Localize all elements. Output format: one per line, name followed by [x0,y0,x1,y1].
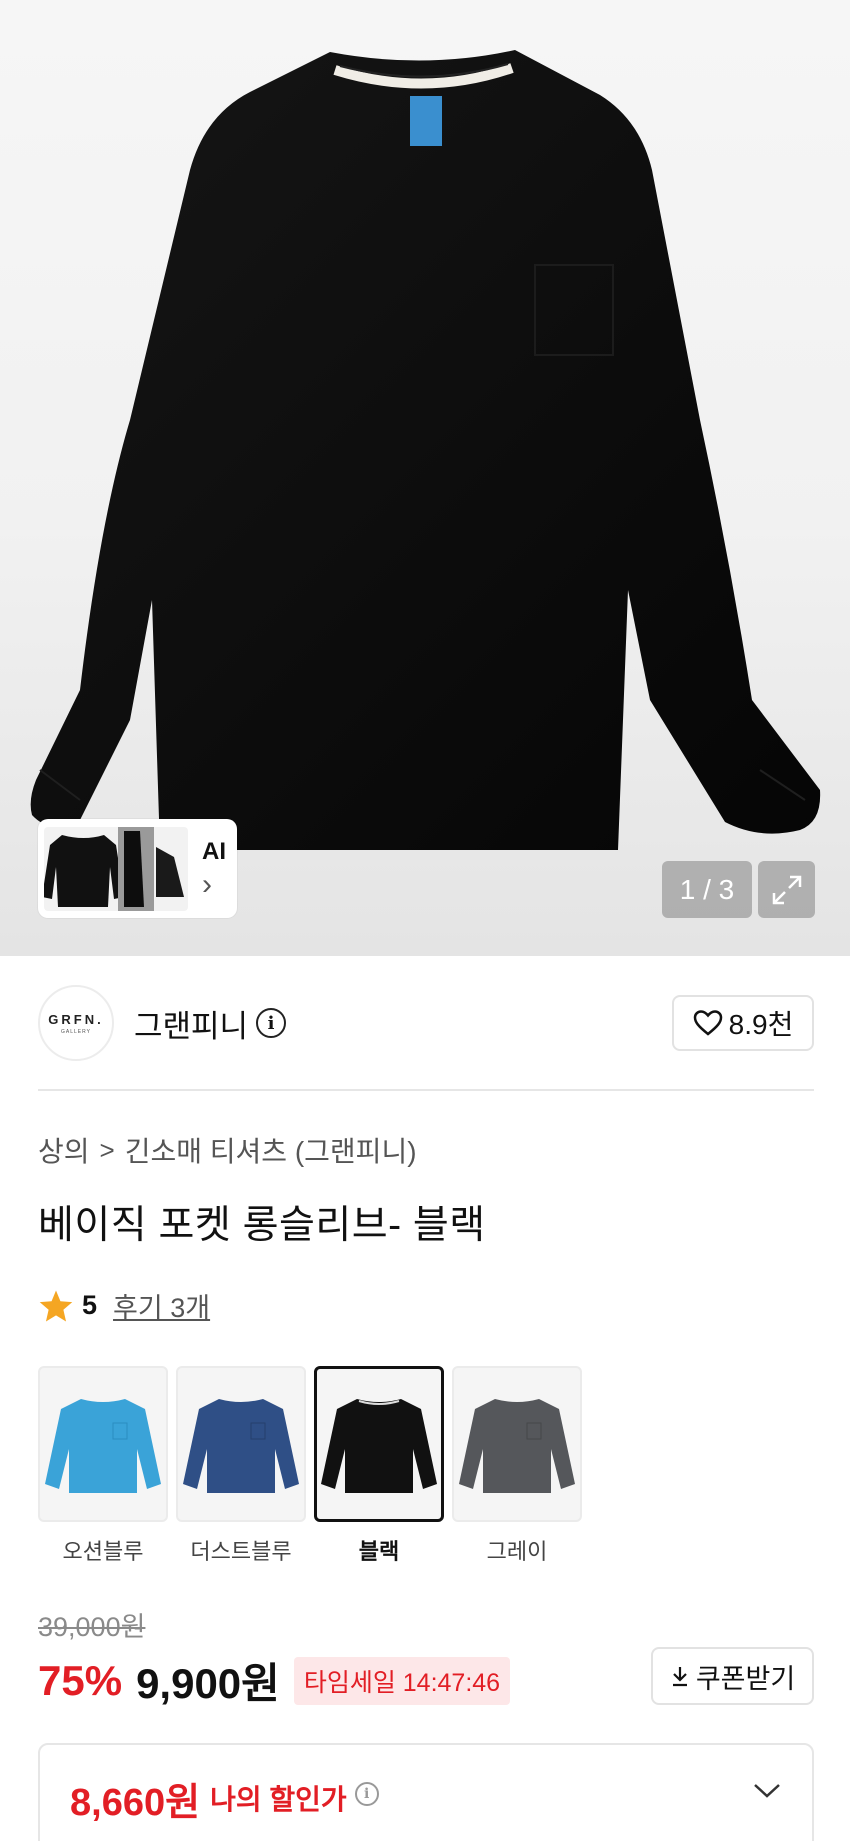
my-price-label: 나의 할인가 [210,1784,347,1815]
divider [38,1089,814,1091]
expand-icon [772,875,801,904]
color-thumbnail [452,1366,582,1522]
product-title: 베이직 포켓 롱슬리브- 블랙 [38,1204,486,1247]
breadcrumb-category[interactable]: 상의 [38,1130,90,1170]
price-row: 75% 9,900원 타임세일 14:47:46 [38,1650,511,1711]
color-option-ocean-blue[interactable]: 오션블루 [38,1366,168,1566]
info-icon[interactable]: i [354,1782,379,1806]
breadcrumb: 상의 > 긴소매 티셔츠 (그랜피니) [38,1130,417,1170]
timesale-badge: 타임세일 14:47:46 [293,1656,511,1705]
original-price: 39,000원 [38,1612,146,1642]
star-icon [39,1289,73,1322]
sale-price: 9,900원 [136,1660,280,1707]
my-price-amount: 8,660원 [70,1782,201,1824]
ai-fitting-button[interactable]: AI › [38,819,237,918]
breadcrumb-subcategory[interactable]: 긴소매 티셔츠 (그랜피니) [125,1130,417,1170]
info-icon[interactable]: i [256,1008,287,1038]
coupon-download-button[interactable]: 쿠폰받기 [651,1647,814,1705]
color-thumbnail [38,1366,168,1522]
color-option-dust-blue[interactable]: 더스트블루 [176,1366,306,1566]
rating-score: 5 [82,1290,98,1320]
brand-row: GRFN. GALLERY 그랜피니 i 8.9천 [38,985,814,1061]
my-discount-price-panel[interactable]: 8,660원 나의 할인가 i [38,1743,814,1841]
product-main-image [30,50,821,850]
color-thumbnail [176,1366,306,1522]
color-option-gray[interactable]: 그레이 [452,1366,582,1566]
color-options: 오션블루 더스트블루 블랙 그레이 [38,1366,582,1566]
color-option-black[interactable]: 블랙 [314,1366,444,1566]
image-counter: 1 / 3 [662,861,752,918]
brand-name[interactable]: 그랜피니 [134,1001,248,1046]
product-image-gallery[interactable]: AI › 1 / 3 [0,0,850,956]
color-thumbnail [314,1366,444,1522]
ai-thumbnail-images [44,826,188,911]
discount-rate: 75% [38,1656,123,1704]
brand-logo[interactable]: GRFN. GALLERY [38,985,114,1061]
chevron-down-icon [754,1784,780,1798]
download-icon [672,1667,687,1687]
like-button[interactable]: 8.9천 [672,995,814,1051]
expand-button[interactable] [758,861,815,918]
like-count: 8.9천 [728,1009,794,1040]
ai-label: AI [202,837,226,865]
chevron-right-icon: › [202,867,212,901]
heart-icon [693,1010,722,1036]
rating-row: 5 후기 3개 [38,1286,210,1325]
chevron-right-icon: > [99,1134,115,1165]
reviews-link[interactable]: 후기 3개 [113,1286,210,1325]
